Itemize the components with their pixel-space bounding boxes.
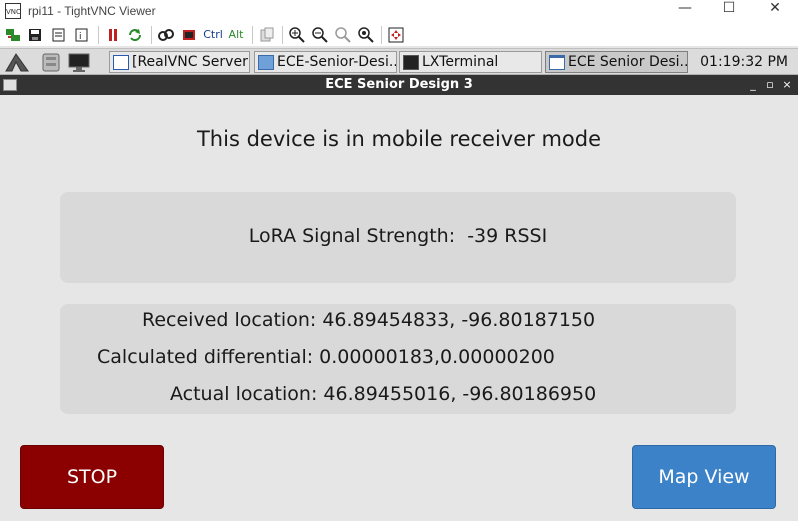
viewer-toolbar: i Ctrl Alt [0, 24, 798, 46]
task-label: ECE Senior Desi... [568, 54, 688, 70]
file-manager-icon[interactable] [38, 51, 64, 73]
task-file-manager[interactable]: ECE-Senior-Desi... [254, 51, 397, 73]
signal-strength-panel: LoRA Signal Strength: -39 RSSI [60, 192, 736, 283]
map-view-button[interactable]: Map View [632, 445, 776, 509]
window-minimize-button[interactable]: _ [745, 75, 761, 95]
refresh-icon[interactable] [127, 27, 143, 43]
menu-icon[interactable] [4, 51, 30, 73]
alt-key-toggle[interactable]: Alt [227, 27, 245, 43]
zoom-auto-icon[interactable] [358, 27, 374, 43]
maximize-button[interactable]: ☐ [706, 0, 752, 24]
task-ece-senior-design[interactable]: ECE Senior Desi... [545, 51, 688, 73]
viewer-title: rpi11 - TightVNC Viewer [28, 4, 156, 18]
task-label: ECE-Senior-Desi... [277, 54, 397, 70]
app-content: This device is in mobile receiver mode L… [0, 95, 798, 521]
actual-location-text: Actual location: 46.89455016, -96.801869… [170, 383, 597, 405]
mode-heading: This device is in mobile receiver mode [196, 127, 601, 151]
toolbar-divider [252, 26, 253, 44]
received-location-text: Received location: 46.89454833, -96.8018… [142, 309, 596, 331]
window-close-button[interactable]: × [779, 75, 795, 95]
task-lxterminal[interactable]: LXTerminal [399, 51, 542, 73]
folder-icon [258, 54, 274, 70]
tightvnc-app-icon: VNC [5, 3, 21, 19]
window-title: ECE Senior Design 3 [325, 77, 473, 92]
window-titlebar: ECE Senior Design 3 _ ▫ × [0, 75, 798, 95]
window-icon [549, 54, 565, 70]
clock[interactable]: 01:19:32 PM [700, 52, 788, 72]
window-maximize-button[interactable]: ▫ [762, 75, 778, 95]
signal-strength-text: LoRA Signal Strength: -39 RSSI [248, 225, 548, 247]
info-icon[interactable]: i [74, 27, 90, 43]
pause-icon[interactable] [105, 27, 121, 43]
task-realvnc-server[interactable]: [RealVNC Server] [109, 51, 250, 73]
toolbar-divider [151, 26, 152, 44]
svg-text:i: i [79, 32, 82, 42]
stop-button[interactable]: STOP [20, 445, 164, 509]
toolbar-divider [98, 26, 99, 44]
desktop-icon[interactable] [66, 51, 92, 73]
remote-taskbar: [RealVNC Server] ECE-Senior-Desi... LXTe… [0, 48, 798, 75]
toolbar-divider [381, 26, 382, 44]
options-icon[interactable] [51, 27, 67, 43]
new-connection-icon[interactable] [5, 27, 21, 43]
task-label: LXTerminal [422, 54, 499, 70]
zoom-in-icon[interactable] [289, 27, 305, 43]
close-button[interactable]: ✕ [752, 0, 798, 24]
task-label: [RealVNC Server] [132, 54, 250, 70]
viewer-titlebar: VNC rpi11 - TightVNC Viewer — ☐ ✕ [0, 0, 798, 24]
toolbar-divider [282, 26, 283, 44]
calculated-differential-text: Calculated differential: 0.00000183,0.00… [97, 346, 555, 368]
fullscreen-icon[interactable] [388, 27, 404, 43]
zoom-100-icon[interactable] [335, 27, 351, 43]
save-icon[interactable] [27, 27, 43, 43]
ctrl-alt-del-icon[interactable] [158, 27, 174, 43]
realvnc-icon [113, 54, 129, 70]
minimize-button[interactable]: — [662, 0, 708, 24]
clipboard-icon[interactable] [259, 27, 275, 43]
ctrl-esc-icon[interactable] [181, 27, 197, 43]
terminal-icon [403, 54, 419, 70]
ctrl-key-toggle[interactable]: Ctrl [202, 27, 224, 43]
location-panel: Received location: 46.89454833, -96.8018… [60, 304, 736, 414]
zoom-out-icon[interactable] [312, 27, 328, 43]
